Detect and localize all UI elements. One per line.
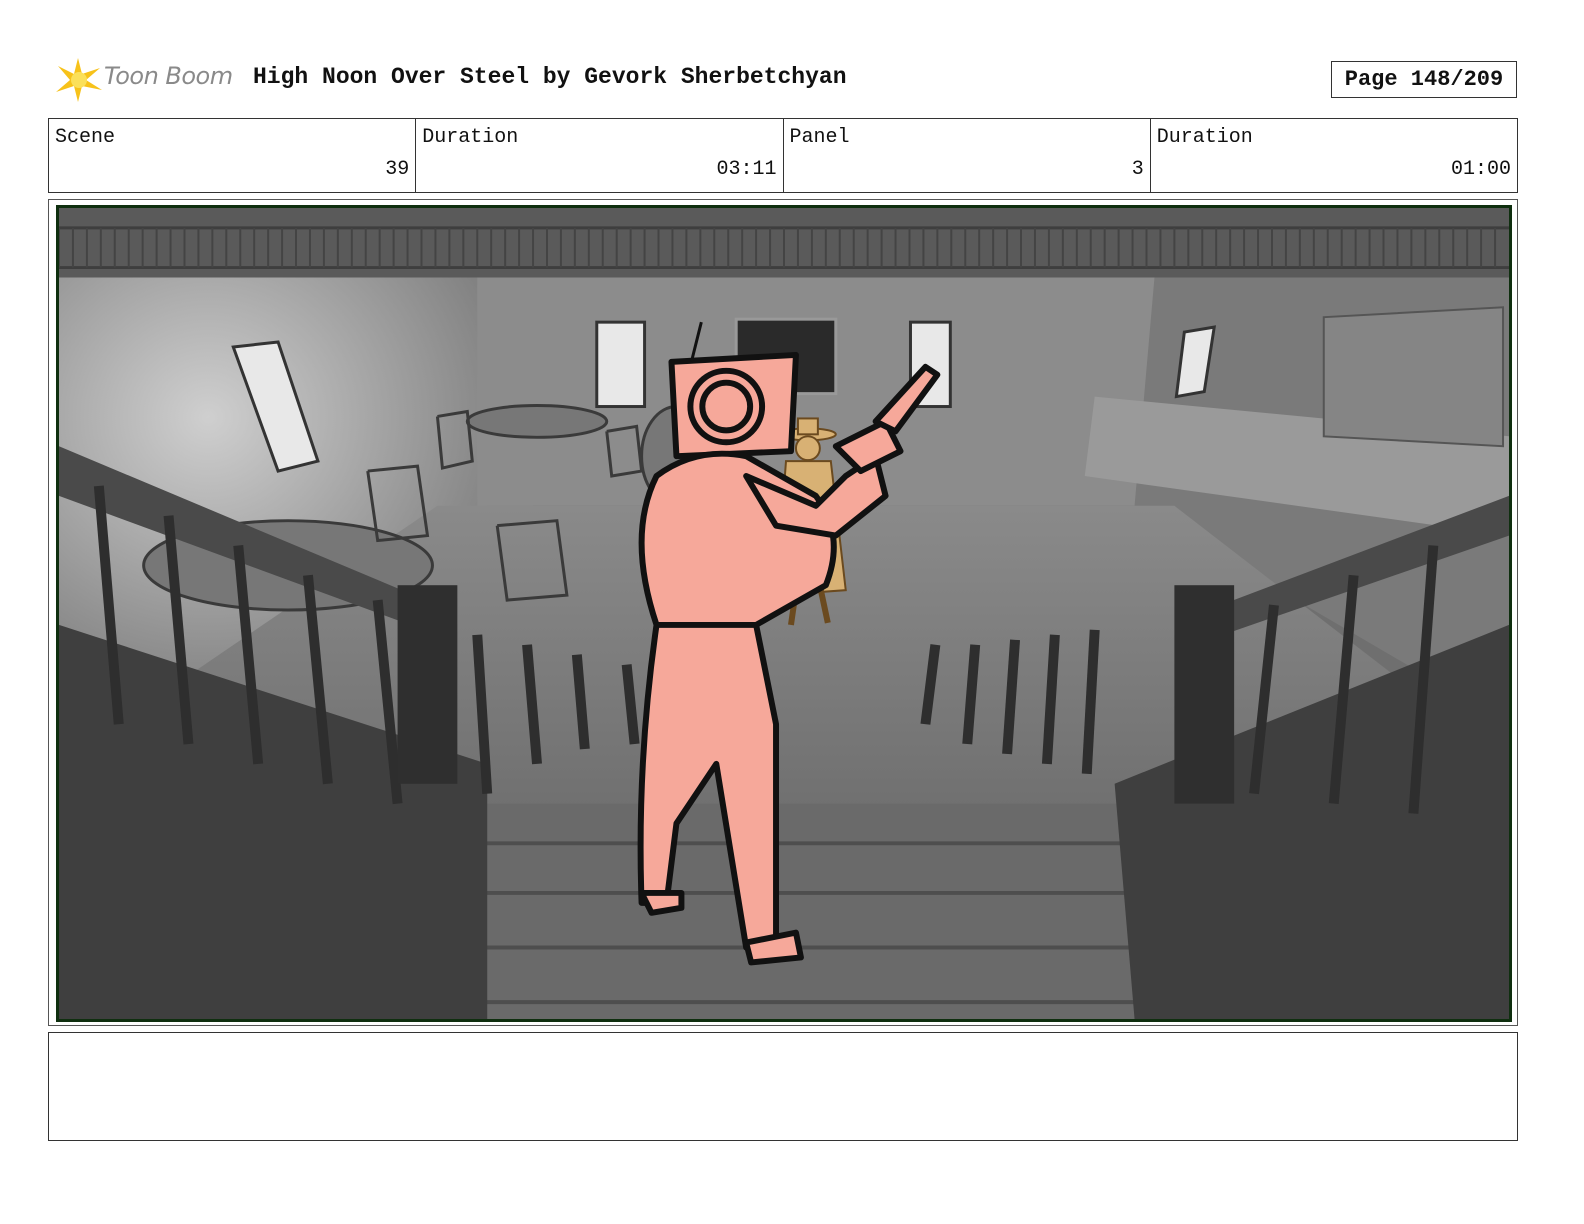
panel-duration-cell: Duration 01:00: [1151, 119, 1517, 192]
logo-text: Toon Boom: [104, 62, 233, 90]
panel-label: Panel: [789, 126, 850, 149]
scene-duration-label: Duration: [422, 126, 519, 149]
scene-cell: Scene 39: [49, 119, 417, 192]
page-number: Page 148/209: [1331, 61, 1517, 98]
window: [595, 320, 647, 409]
panel-duration-label: Duration: [1156, 126, 1253, 149]
scene-value: 39: [385, 158, 410, 181]
right-newel-post: [1174, 585, 1235, 804]
scene-duration-value: 03:11: [716, 158, 777, 181]
panel-value: 3: [1131, 158, 1144, 181]
storyboard-title: High Noon Over Steel by Gevork Sherbetch…: [253, 64, 847, 90]
panel-info-row: Scene 39 Duration 03:11 Panel 3 Duration…: [48, 118, 1518, 193]
toon-boom-logo: Toon Boom: [52, 54, 242, 106]
scene-label: Scene: [55, 126, 116, 149]
panel-notes-area: [48, 1032, 1518, 1141]
panel-duration-value: 01:00: [1450, 158, 1511, 181]
scene-duration-cell: Duration 03:11: [416, 119, 784, 192]
panel-image: [56, 205, 1512, 1022]
saloon-scene-illustration: [59, 208, 1509, 1019]
panel-cell: Panel 3: [784, 119, 1151, 192]
shelves: [1322, 306, 1505, 448]
left-newel-post: [397, 585, 458, 784]
star-burst-icon: [56, 58, 102, 102]
